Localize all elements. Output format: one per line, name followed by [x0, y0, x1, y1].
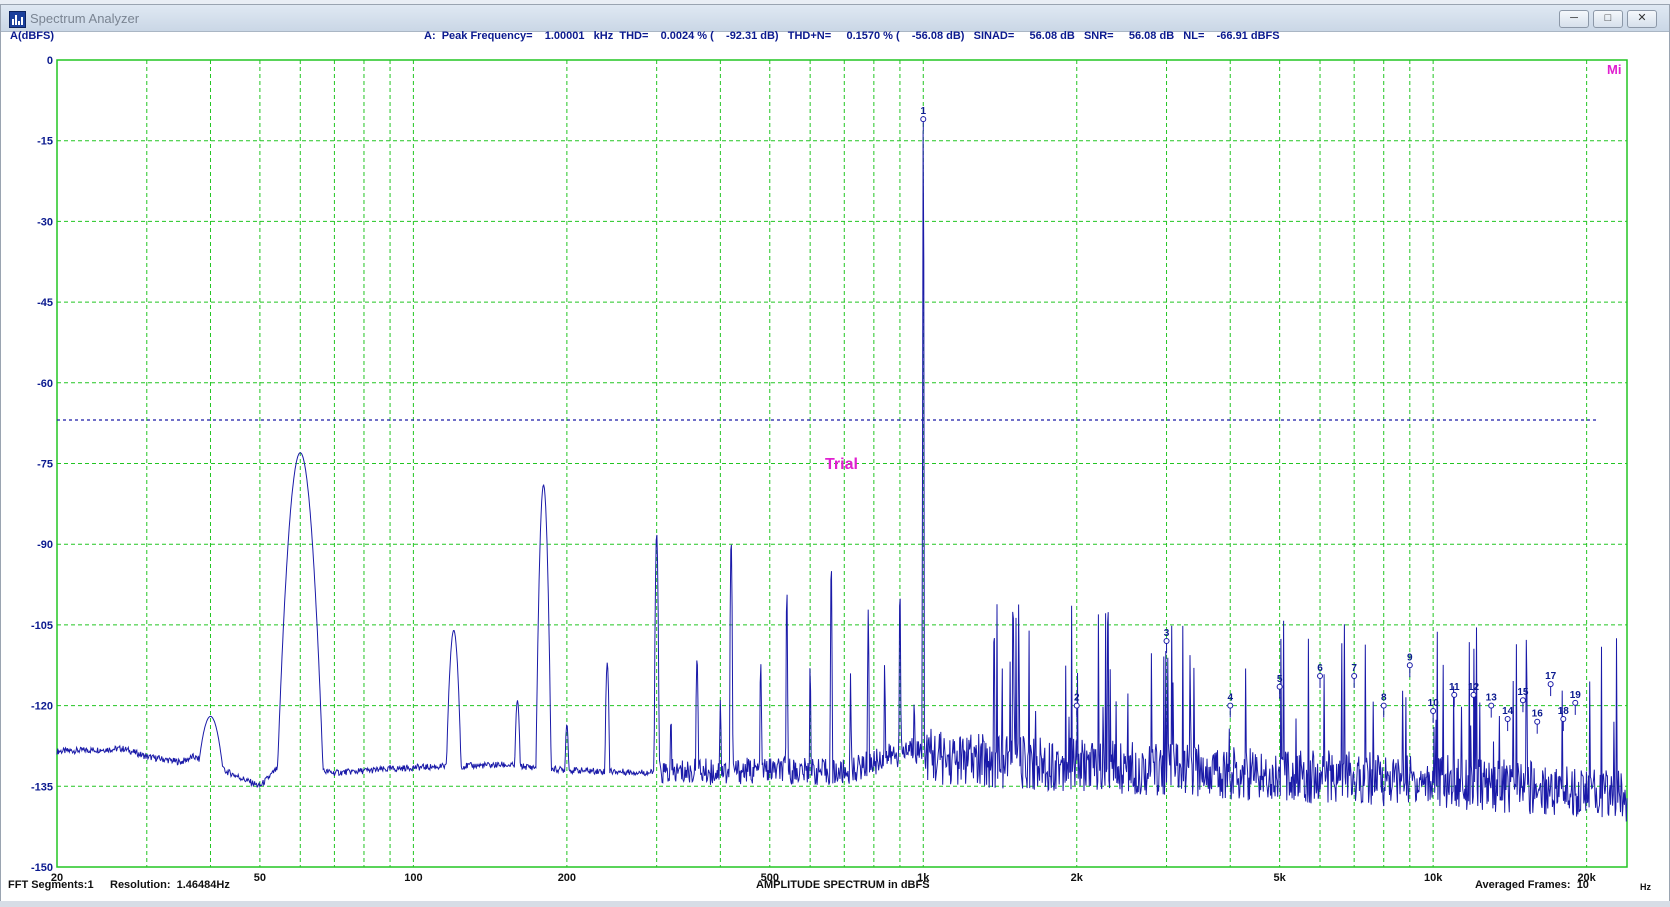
- harmonic-marker: [1430, 707, 1437, 714]
- y-tick-label: -60: [37, 378, 53, 390]
- y-tick-label: -150: [31, 862, 53, 874]
- harmonic-marker-label: 16: [1532, 709, 1544, 720]
- harmonic-marker-label: 7: [1351, 663, 1357, 674]
- y-tick-label: -120: [31, 701, 53, 713]
- harmonic-marker: [1470, 691, 1477, 698]
- harmonic-marker-label: 1: [920, 106, 926, 117]
- y-tick-label: -30: [37, 216, 53, 228]
- x-tick-label: 200: [558, 872, 576, 884]
- y-tick-label: -105: [31, 620, 53, 632]
- harmonic-marker-label: 12: [1468, 682, 1480, 693]
- corner-mark: Mi: [1607, 62, 1621, 77]
- harmonic-marker: [1276, 683, 1283, 690]
- harmonic-marker-label: 6: [1317, 663, 1323, 674]
- harmonic-marker-label: 9: [1407, 652, 1413, 663]
- x-tick-label: 10k: [1424, 872, 1443, 884]
- harmonic-marker: [1572, 699, 1579, 706]
- harmonic-marker-label: 14: [1502, 706, 1514, 717]
- harmonic-marker-label: 4: [1227, 693, 1233, 704]
- harmonic-marker: [920, 116, 927, 123]
- harmonic-marker-label: 5: [1277, 674, 1283, 685]
- spectrum-chart[interactable]: 0-15-30-45-60-75-90-105-120-135-15020 50 1…: [0, 0, 1670, 907]
- harmonic-marker-label: 19: [1570, 690, 1582, 701]
- x-tick-label: 100: [404, 872, 422, 884]
- x-axis-title: AMPLITUDE SPECTRUM in dBFS: [756, 879, 930, 891]
- harmonic-marker: [1547, 681, 1554, 688]
- harmonic-marker: [1351, 673, 1358, 680]
- harmonic-marker-label: 11: [1449, 682, 1460, 693]
- harmonic-marker: [1380, 702, 1387, 709]
- x-tick-label: 50: [254, 872, 266, 884]
- harmonic-marker: [1519, 697, 1526, 704]
- harmonic-marker: [1406, 662, 1413, 669]
- y-tick-label: 0: [47, 55, 53, 67]
- fft-segments: FFT Segments:1: [8, 879, 94, 891]
- harmonic-marker-label: 3: [1164, 628, 1170, 639]
- y-tick-label: -45: [37, 297, 53, 309]
- harmonic-marker: [1504, 716, 1511, 723]
- y-tick-label: -15: [37, 136, 53, 148]
- harmonic-marker-label: 10: [1428, 698, 1440, 709]
- x-tick-label: 2k: [1071, 872, 1084, 884]
- harmonic-marker: [1073, 702, 1080, 709]
- y-tick-label: -90: [37, 539, 53, 551]
- harmonic-marker: [1560, 716, 1567, 723]
- trial-watermark: Trial: [825, 456, 858, 473]
- resolution: Resolution: 1.46484Hz: [110, 879, 230, 891]
- harmonic-marker: [1534, 718, 1541, 725]
- harmonic-marker: [1451, 691, 1458, 698]
- harmonic-marker: [1317, 673, 1324, 680]
- x-tick-label: 5k: [1274, 872, 1287, 884]
- status-bar: [0, 901, 1670, 907]
- harmonic-marker: [1488, 702, 1495, 709]
- harmonic-marker-label: 8: [1381, 693, 1387, 704]
- harmonic-marker-label: 17: [1545, 671, 1557, 682]
- x-axis-unit: Hz: [1640, 882, 1651, 892]
- harmonic-marker-label: 13: [1486, 693, 1498, 704]
- harmonic-marker-label: 2: [1074, 693, 1080, 704]
- harmonic-marker-label: 15: [1517, 687, 1529, 698]
- harmonic-marker-label: 18: [1558, 706, 1570, 717]
- y-tick-label: -135: [31, 781, 53, 793]
- harmonic-marker: [1163, 638, 1170, 645]
- y-tick-label: -75: [37, 459, 53, 471]
- averaged-frames: Averaged Frames: 10: [1475, 879, 1589, 891]
- harmonic-marker: [1227, 702, 1234, 709]
